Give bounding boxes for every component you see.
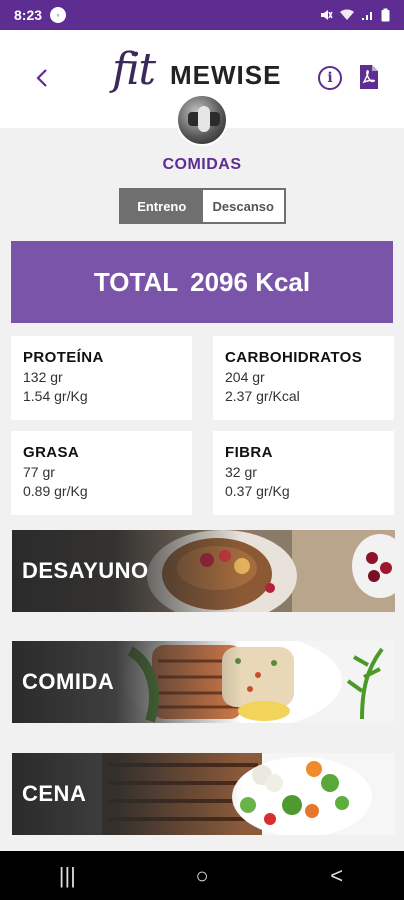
total-calories-banner: TOTAL 2096 Kcal <box>11 241 393 323</box>
info-button[interactable]: i <box>318 66 342 90</box>
meal-banner-desayuno[interactable]: DESAYUNO <box>12 530 395 612</box>
pdf-button[interactable] <box>358 64 380 90</box>
macro-ratio: 0.89 gr/Kg <box>23 483 88 499</box>
macro-title: FIBRA <box>225 444 273 461</box>
macro-ratio: 0.37 gr/Kg <box>225 483 290 499</box>
status-bar: 8:23 ◦ <box>0 0 404 30</box>
home-button[interactable]: ○ <box>172 863 232 889</box>
macro-grams: 204 gr <box>225 369 265 385</box>
toggle-option-descanso[interactable]: Descanso <box>202 190 284 222</box>
macro-card-proteina: PROTEÍNA 132 gr 1.54 gr/Kg <box>11 336 192 420</box>
macro-ratio: 1.54 gr/Kg <box>23 388 88 404</box>
status-icons <box>319 8 390 22</box>
notification-icon: ◦ <box>50 7 67 23</box>
macro-grams: 77 gr <box>23 464 55 480</box>
meal-label: CENA <box>22 781 87 806</box>
macro-grams: 132 gr <box>23 369 63 385</box>
page-title: COMIDAS <box>162 156 242 173</box>
system-back-button[interactable]: < <box>307 863 367 889</box>
logo-script: fit <box>112 44 156 95</box>
total-label: TOTAL <box>93 266 179 297</box>
signal-icon <box>362 12 372 20</box>
recent-apps-button[interactable]: ||| <box>37 863 97 889</box>
back-icon <box>36 69 47 87</box>
mute-icon <box>321 10 333 20</box>
meal-label: COMIDA <box>22 669 115 694</box>
macro-title: CARBOHIDRATOS <box>225 349 363 366</box>
meal-banner-comida[interactable]: COMIDA <box>12 641 395 723</box>
back-button[interactable] <box>30 62 54 94</box>
macro-card-carbohidratos: CARBOHIDRATOS 204 gr 2.37 gr/Kcal <box>213 336 394 420</box>
logo-brand: MEWISE <box>170 60 282 90</box>
macro-card-grasa: GRASA 77 gr 0.89 gr/Kg <box>11 431 192 515</box>
avatar <box>176 94 228 146</box>
macro-card-fibra: FIBRA 32 gr 0.37 gr/Kg <box>213 431 394 515</box>
macro-grams: 32 gr <box>225 464 257 480</box>
macro-title: GRASA <box>23 444 80 461</box>
battery-icon <box>381 8 390 22</box>
meal-label: DESAYUNO <box>22 558 149 583</box>
mode-toggle: Entreno Descanso <box>119 188 286 224</box>
toggle-option-entreno[interactable]: Entreno <box>121 190 203 222</box>
system-nav-bar: ||| ○ < <box>0 851 404 900</box>
status-time: 8:23 <box>14 7 43 23</box>
meal-banner-cena[interactable]: CENA <box>12 753 395 835</box>
wifi-icon <box>340 9 354 20</box>
macro-ratio: 2.37 gr/Kcal <box>225 388 300 404</box>
pdf-icon <box>360 65 378 89</box>
info-icon: i <box>327 70 333 86</box>
app-logo: fit MEWISE <box>112 42 297 102</box>
macro-title: PROTEÍNA <box>23 349 104 366</box>
total-value: 2096 Kcal <box>190 266 311 297</box>
